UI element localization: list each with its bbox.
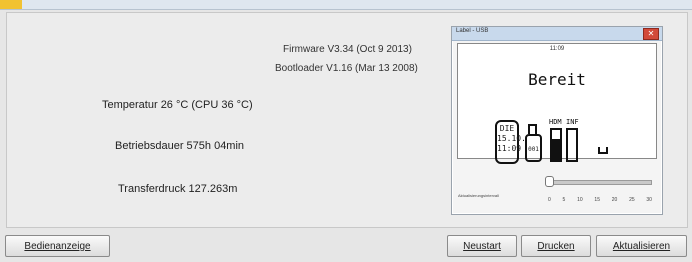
- slider-tick: 30: [646, 197, 652, 203]
- top-bar: [0, 0, 692, 10]
- slider-tick: 15: [594, 197, 600, 203]
- slider-tick: 0: [548, 197, 551, 203]
- date-display: DIE 15.10. 11:09: [495, 120, 526, 164]
- device-status: Bereit: [528, 70, 586, 89]
- slider-label: Aktualisierungsintervall: [458, 193, 499, 198]
- interval-slider-track[interactable]: [548, 180, 652, 185]
- slider-ticks: 0 5 10 15 20 25 30: [548, 197, 652, 203]
- window-corner-accent: [0, 0, 22, 9]
- gauge-label-hdm: HDM: [549, 118, 562, 126]
- close-icon[interactable]: ✕: [643, 28, 659, 40]
- device-time: 11:09: [549, 46, 565, 52]
- device-window-titlebar: Label - USB ✕: [452, 27, 662, 41]
- date-line-time: 11:09: [497, 144, 522, 153]
- date-line-day: DIE: [499, 124, 515, 133]
- slider-tick: 25: [629, 197, 635, 203]
- operator-display-button[interactable]: Bedienanzeige: [5, 235, 110, 257]
- firmware-version: Firmware V3.34 (Oct 9 2013): [283, 44, 412, 55]
- temperature-readout: Temperatur 26 °C (CPU 36 °C): [102, 99, 253, 111]
- slider-tick: 10: [577, 197, 583, 203]
- gauge-hdm: [550, 128, 562, 162]
- cartridge-icon: 001: [525, 134, 542, 162]
- bootloader-version: Bootloader V1.16 (Mar 13 2008): [275, 63, 418, 74]
- print-button[interactable]: Drucken: [521, 235, 591, 257]
- device-preview-window: Label - USB ✕ 11:09 Bereit DIE 15.10. 11…: [451, 26, 663, 215]
- tray-icon: [598, 147, 608, 154]
- runtime-readout: Betriebsdauer 575h 04min: [115, 140, 245, 152]
- restart-button[interactable]: Neustart: [447, 235, 517, 257]
- gauge-hdm-fill: [552, 139, 560, 160]
- cartridge-top: [528, 124, 537, 134]
- slider-tick: 20: [611, 197, 618, 203]
- gauge-inf: [566, 128, 578, 162]
- interval-slider-thumb[interactable]: [545, 176, 554, 187]
- gauge-label-inf: INF: [566, 118, 579, 126]
- date-line-date: 15.10.: [497, 134, 526, 143]
- device-window-title: Label - USB: [456, 28, 489, 34]
- refresh-button[interactable]: Aktualisieren: [596, 235, 687, 257]
- slider-tick: 5: [562, 197, 566, 203]
- device-display: 11:09 Bereit DIE 15.10. 11:09 001 HDM IN…: [457, 43, 657, 164]
- transfer-readout: Transferdruck 127.263m: [118, 183, 238, 195]
